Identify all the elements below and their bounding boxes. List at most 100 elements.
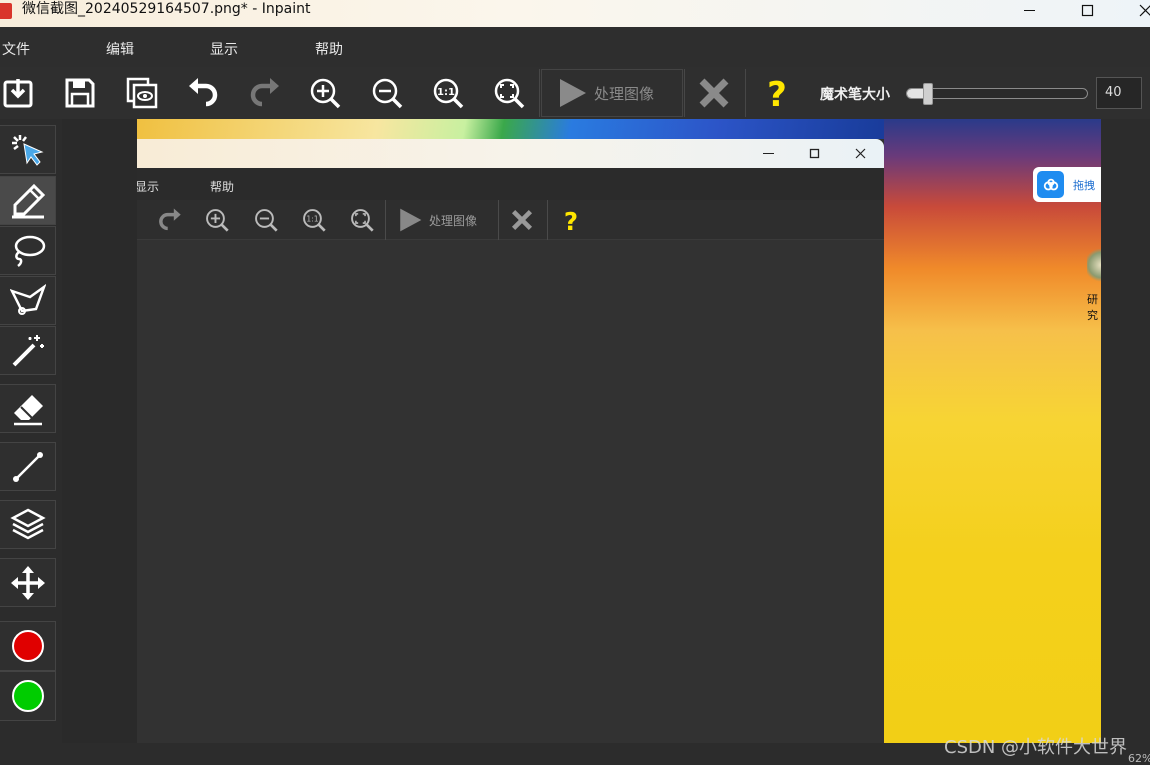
zoom-in-button[interactable] — [303, 71, 347, 115]
inner-separator — [498, 200, 499, 240]
copy-preview-button[interactable] — [120, 71, 164, 115]
menu-help[interactable]: 帮助 — [315, 39, 343, 59]
canvas-margin — [62, 119, 137, 743]
cloud-icon — [1037, 171, 1064, 198]
cancel-button[interactable] — [692, 71, 736, 115]
selection-tool-button[interactable] — [0, 125, 56, 174]
title-bar: 微信截图_20240529164507.png* - Inpaint — [0, 0, 1150, 27]
redo-icon — [157, 207, 183, 233]
undo-icon — [186, 76, 220, 110]
cancel-icon — [509, 207, 535, 233]
magic-wand-icon — [10, 333, 46, 369]
save-button[interactable] — [58, 71, 102, 115]
minimize-icon — [763, 148, 774, 159]
inner-help: ? — [556, 205, 586, 235]
help-icon: ? — [558, 207, 584, 233]
eraser-icon — [10, 391, 46, 427]
magic-wand-size-label: 魔术笔大小 — [820, 84, 890, 104]
maximize-button[interactable] — [1064, 0, 1110, 20]
green-color-button[interactable] — [0, 671, 56, 721]
minimize-icon — [1023, 4, 1036, 17]
magic-wand-size-input[interactable]: 40 — [1096, 77, 1142, 109]
polygon-lasso-icon — [10, 283, 46, 319]
fit-screen-icon — [349, 207, 375, 233]
move-tool-button[interactable] — [0, 558, 56, 607]
menu-file[interactable]: 文件 — [2, 39, 30, 59]
inner-close-button — [851, 145, 869, 161]
inner-menu-bar: 显示 帮助 — [137, 168, 884, 200]
layers-icon — [10, 507, 46, 543]
open-icon — [1, 76, 35, 110]
wallpaper-area — [884, 119, 1101, 743]
magic-wand-tool-button[interactable] — [0, 326, 56, 375]
zoom-out-button[interactable] — [365, 71, 409, 115]
maximize-icon — [1081, 4, 1094, 17]
inner-maximize-button — [805, 145, 823, 161]
inner-play — [395, 205, 425, 235]
zoom-level: 62% — [1128, 752, 1150, 765]
zoom-out-icon — [370, 76, 404, 110]
inner-separator — [547, 200, 548, 240]
process-image-button[interactable]: 处理图像 — [541, 69, 683, 117]
left-toolbar — [0, 123, 57, 721]
green-color-icon — [10, 678, 46, 714]
inner-zoom-out — [251, 205, 281, 235]
lasso-tool-button[interactable] — [0, 226, 56, 275]
close-icon — [855, 148, 866, 159]
zoom-in-icon — [204, 207, 230, 233]
toolbar-separator — [745, 69, 746, 117]
toolbar-separator — [684, 69, 685, 117]
menu-bar: 文件 编辑 显示 帮助 — [0, 27, 1150, 67]
inner-menu-view: 显示 — [137, 178, 159, 195]
magic-wand-size-slider[interactable] — [906, 88, 1088, 99]
process-image-label: 处理图像 — [594, 83, 654, 104]
svg-text:?: ? — [767, 76, 787, 110]
inner-fit-screen — [347, 205, 377, 235]
minimize-button[interactable] — [1006, 0, 1052, 20]
window-title: 微信截图_20240529164507.png* - Inpaint — [22, 1, 310, 18]
undo-button[interactable] — [181, 71, 225, 115]
lasso-icon — [10, 233, 46, 269]
selection-icon — [10, 132, 46, 168]
actual-size-icon: 1:1 — [301, 207, 327, 233]
redo-icon — [248, 76, 282, 110]
play-icon — [556, 77, 588, 109]
zoom-out-icon — [253, 207, 279, 233]
open-button[interactable] — [0, 71, 40, 115]
menu-view[interactable]: 显示 — [210, 39, 238, 59]
inner-redo — [155, 205, 185, 235]
inner-screenshot-window: 显示 帮助 1:1 处理图像 — [137, 139, 884, 743]
redo-button[interactable] — [243, 71, 287, 115]
inner-cancel — [507, 205, 537, 235]
close-button[interactable] — [1122, 0, 1150, 20]
app-icon — [0, 3, 12, 19]
line-icon — [10, 449, 46, 485]
slider-handle[interactable] — [923, 83, 933, 105]
desktop-shortcut-icon — [1087, 249, 1101, 289]
canvas-image[interactable]: 拖拽 研究 显示 帮助 — [137, 119, 1101, 743]
actual-size-button[interactable]: 1:1 — [426, 71, 470, 115]
desktop-shortcut-label: 研究 — [1087, 291, 1101, 323]
fit-screen-icon — [492, 76, 526, 110]
help-button[interactable]: ? — [755, 71, 799, 115]
inner-minimize-button — [759, 145, 777, 161]
toolbar: 1:1 处理图像 ? 魔术笔大小 40 — [0, 67, 1150, 119]
line-tool-button[interactable] — [0, 442, 56, 491]
move-icon — [10, 565, 46, 601]
maximize-icon — [809, 148, 820, 159]
marker-tool-button[interactable] — [0, 176, 56, 225]
help-icon: ? — [760, 76, 794, 110]
menu-edit[interactable]: 编辑 — [106, 39, 134, 59]
inner-process-label: 处理图像 — [429, 212, 477, 229]
inner-zoom-in — [202, 205, 232, 235]
eraser-tool-button[interactable] — [0, 384, 56, 433]
red-color-button[interactable] — [0, 621, 56, 671]
cancel-icon — [697, 76, 731, 110]
fit-screen-button[interactable] — [487, 71, 531, 115]
inner-separator — [385, 200, 386, 240]
marker-icon — [10, 183, 46, 219]
polygon-lasso-tool-button[interactable] — [0, 276, 56, 325]
inner-menu-help: 帮助 — [210, 178, 234, 195]
layers-tool-button[interactable] — [0, 500, 56, 549]
watermark: CSDN @小软件大世界 — [944, 733, 1127, 759]
